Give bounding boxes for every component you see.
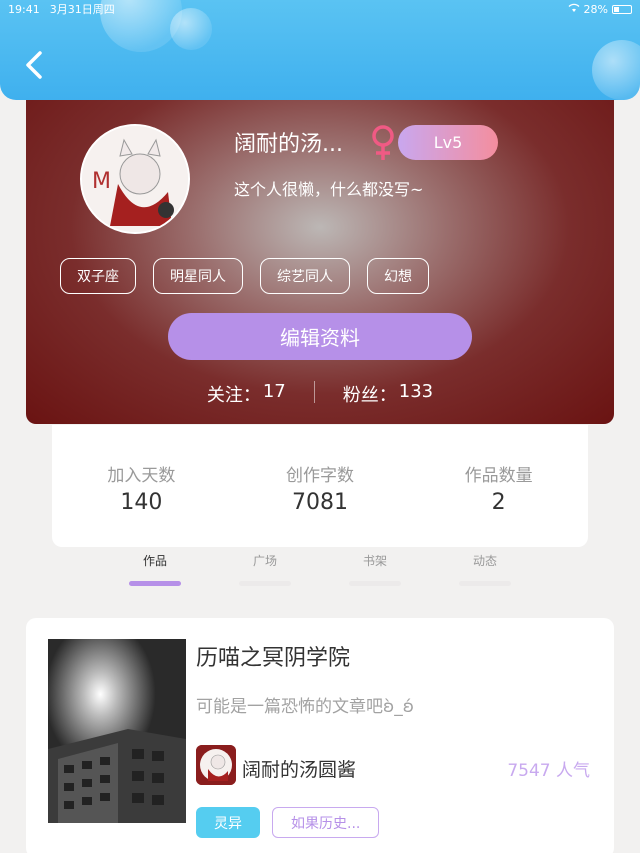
author-name[interactable]: 阔耐的汤圆酱	[242, 755, 356, 782]
followers-count: 133	[398, 381, 434, 402]
following-stat[interactable]: 关注： 17	[207, 381, 286, 407]
stat-label: 加入天数	[107, 466, 176, 486]
tab-activity[interactable]: 动态	[445, 552, 525, 586]
work-description: 可能是一篇恐怖的文章吧ʚ̀_ʚ́	[196, 697, 415, 717]
status-time: 19:41	[8, 2, 40, 16]
tab-indicator	[349, 581, 401, 586]
battery-percent: 28%	[583, 2, 608, 16]
tab-square[interactable]: 广场	[225, 552, 305, 586]
status-date: 3月31日周四	[49, 3, 115, 16]
wifi-icon	[568, 3, 580, 16]
stat-join-days: 加入天数 140	[66, 461, 216, 547]
stat-word-count: 创作字数 7081	[245, 461, 395, 547]
profile-tabs: 作品 广场 书架 动态	[100, 552, 540, 586]
tab-bookshelf[interactable]: 书架	[335, 552, 415, 586]
work-card[interactable]: 历喵之冥阴学院 可能是一篇恐怖的文章吧ʚ̀_ʚ́ 阔耐的汤圆酱 7547 人气 …	[26, 618, 614, 853]
profile-tags: 双子座 明星同人 综艺同人 幻想	[60, 258, 429, 294]
avatar[interactable]: M	[80, 124, 190, 234]
profile-tag[interactable]: 综艺同人	[260, 258, 350, 294]
tab-label: 书架	[362, 554, 387, 568]
stat-label: 创作字数	[285, 466, 354, 486]
back-button[interactable]	[22, 50, 46, 80]
edit-profile-button[interactable]: 编辑资料	[168, 313, 472, 360]
work-title[interactable]: 历喵之冥阴学院	[196, 640, 350, 672]
tab-works[interactable]: 作品	[115, 552, 195, 586]
work-cover-image[interactable]	[48, 639, 186, 823]
tab-indicator	[129, 581, 181, 586]
follow-stats: 关注： 17 粉丝： 133	[0, 381, 640, 407]
following-label: 关注：	[206, 385, 261, 406]
battery-icon	[612, 4, 632, 14]
decorative-bubble	[592, 40, 640, 100]
stat-label: 作品数量	[464, 466, 533, 486]
status-bar: 19:41 3月31日周四 28%	[0, 0, 640, 18]
stat-work-count: 作品数量 2	[424, 461, 574, 547]
followers-stat[interactable]: 粉丝： 133	[343, 381, 433, 407]
tab-indicator	[459, 581, 511, 586]
level-badge: Lv5	[398, 125, 498, 160]
profile-bio: 这个人很懒，什么都没写~	[234, 180, 424, 199]
tab-label: 动态	[472, 554, 497, 568]
popularity-count: 7547 人气	[507, 761, 590, 781]
svg-text:M: M	[92, 169, 111, 194]
followers-label: 粉丝：	[342, 385, 397, 406]
stat-value: 7081	[291, 490, 348, 515]
tab-indicator	[239, 581, 291, 586]
following-count: 17	[262, 381, 286, 402]
female-icon	[370, 124, 396, 166]
divider	[313, 381, 315, 403]
work-tags: 灵异 如果历史...	[196, 807, 380, 838]
chevron-left-icon	[26, 51, 42, 79]
profile-tag[interactable]: 双子座	[60, 258, 136, 294]
author-avatar[interactable]	[196, 745, 236, 785]
work-tag[interactable]: 灵异	[196, 807, 260, 838]
profile-tag[interactable]: 幻想	[367, 258, 429, 294]
profile-nickname: 阔耐的汤...	[234, 132, 343, 157]
work-tag[interactable]: 如果历史...	[272, 807, 380, 838]
creator-stats: 加入天数 140 创作字数 7081 作品数量 2	[52, 425, 588, 547]
stat-value: 2	[491, 490, 506, 515]
tab-label: 广场	[252, 554, 277, 568]
tab-label: 作品	[142, 554, 167, 568]
profile-tag[interactable]: 明星同人	[153, 258, 243, 294]
stat-value: 140	[120, 490, 163, 515]
